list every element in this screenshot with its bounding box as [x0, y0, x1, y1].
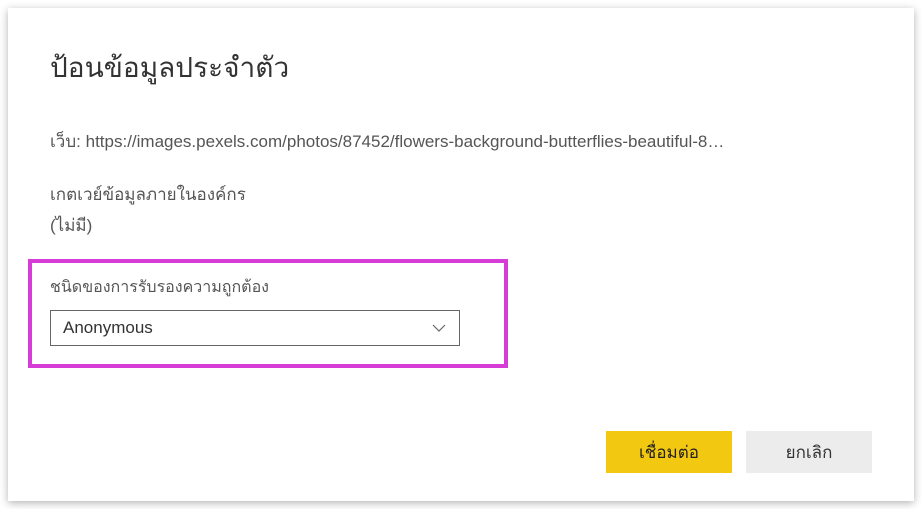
auth-type-select[interactable]: Anonymous: [50, 310, 460, 346]
auth-type-selected-value: Anonymous: [63, 318, 431, 338]
auth-type-label: ชนิดของการรับรองความถูกต้อง: [50, 275, 486, 300]
web-url-value: https://images.pexels.com/photos/87452/f…: [86, 132, 725, 151]
credentials-dialog: ป้อนข้อมูลประจำตัว เว็บ: https://images.…: [8, 8, 914, 501]
web-prefix-label: เว็บ:: [50, 132, 81, 151]
connect-button[interactable]: เชื่อมต่อ: [606, 431, 732, 473]
dialog-button-row: เชื่อมต่อ ยกเลิก: [606, 431, 872, 473]
web-url-line: เว็บ: https://images.pexels.com/photos/8…: [50, 128, 872, 155]
dialog-title: ป้อนข้อมูลประจำตัว: [50, 46, 872, 90]
gateway-value: (ไม่มี): [50, 212, 872, 239]
auth-highlight-box: ชนิดของการรับรองความถูกต้อง Anonymous: [28, 259, 508, 368]
chevron-down-icon: [431, 320, 447, 336]
cancel-button[interactable]: ยกเลิก: [746, 431, 872, 473]
gateway-label: เกตเวย์ข้อมูลภายในองค์กร: [50, 181, 872, 208]
